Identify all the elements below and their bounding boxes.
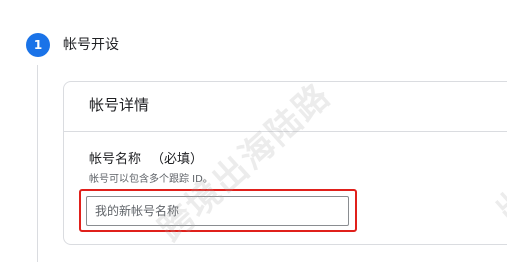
account-name-label-text: 帐号名称: [89, 152, 142, 167]
step-connector-line: [37, 65, 38, 262]
step-number-badge: 1: [26, 33, 50, 57]
card-title: 帐号详情: [89, 96, 150, 114]
card-header: 帐号详情: [64, 82, 507, 132]
account-name-input[interactable]: [86, 196, 349, 226]
account-name-label: 帐号名称 （必填）: [89, 151, 203, 169]
step-title: 帐号开设: [63, 37, 119, 53]
account-name-help-text: 帐号可以包含多个跟踪 ID。: [89, 174, 213, 185]
required-hint: （必填）: [151, 152, 204, 167]
